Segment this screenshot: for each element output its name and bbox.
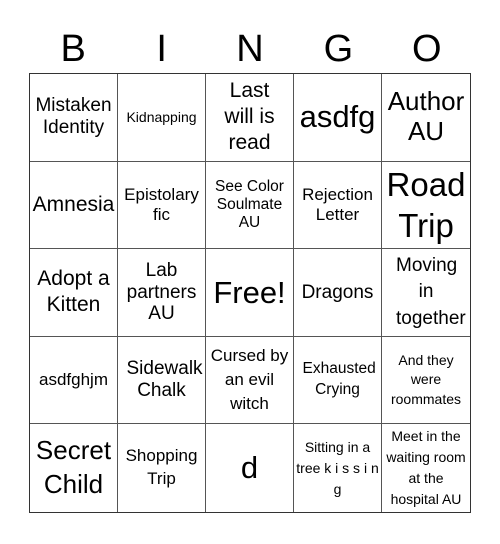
bingo-cell[interactable]: Moving in together	[382, 249, 470, 337]
bingo-grid: Mistaken Identity Kidnapping Last will i…	[29, 73, 471, 513]
header-letter-b: B	[60, 28, 86, 70]
bingo-cell[interactable]: Mistaken Identity	[30, 74, 118, 162]
cell-text: Rejection Letter	[302, 185, 373, 224]
cell-text: Cursed by an evil witch	[210, 346, 289, 413]
bingo-header: B I N G O	[29, 26, 471, 72]
cell-text: Author AU	[387, 86, 465, 147]
cell-text: Amnesia	[32, 192, 115, 216]
cell-text: Adopt a Kitten	[37, 267, 110, 317]
header-letter-o: O	[412, 28, 442, 70]
cell-text: Road Trip	[386, 165, 466, 244]
bingo-cell[interactable]: Lab partners AU	[118, 249, 206, 337]
cell-text: Secret Child	[35, 435, 112, 500]
bingo-cell[interactable]: asdfg	[294, 74, 382, 162]
bingo-cell[interactable]: d	[206, 424, 294, 512]
cell-text: d	[240, 450, 259, 486]
cell-text: See Color Soulmate AU	[215, 178, 284, 231]
bingo-cell[interactable]: Adopt a Kitten	[30, 249, 118, 337]
bingo-cell[interactable]: Exhausted Crying	[294, 336, 382, 425]
bingo-cell[interactable]: Last will is read	[206, 74, 294, 162]
bingo-cell[interactable]: Dragons	[294, 249, 382, 337]
bingo-cell[interactable]: Amnesia	[30, 161, 118, 250]
cell-text: Moving in together	[396, 254, 466, 329]
header-letter-i: I	[156, 28, 167, 70]
bingo-cell[interactable]: Shopping Trip	[118, 424, 206, 512]
cell-text: Epistolary fic	[124, 185, 199, 224]
cell-text: Exhausted Crying	[302, 360, 376, 399]
bingo-cell[interactable]: Sitting in a tree k i s s i n g	[294, 424, 382, 512]
cell-text: Lab partners AU	[126, 259, 197, 325]
cell-text: asdfg	[299, 99, 376, 135]
cell-text: Shopping Trip	[125, 446, 198, 489]
bingo-cell[interactable]: And they were roommates	[382, 337, 470, 425]
bingo-cell[interactable]: Road Trip	[382, 162, 470, 250]
cell-text: Meet in the waiting room at the hospital…	[386, 428, 466, 508]
bingo-cell[interactable]: Kidnapping	[118, 74, 206, 162]
cell-text: And they were roommates	[390, 351, 462, 407]
cell-text: Mistaken Identity	[35, 95, 112, 139]
bingo-cell[interactable]: Meet in the waiting room at the hospital…	[382, 424, 470, 512]
header-letter-g: G	[323, 28, 354, 70]
free-space[interactable]: Free!	[206, 249, 294, 337]
bingo-cell[interactable]: Epistolary fic	[118, 161, 206, 250]
cell-text: Free!	[213, 274, 286, 310]
bingo-cell[interactable]: Cursed by an evil witch	[206, 336, 294, 425]
header-letter-n: N	[236, 28, 264, 70]
bingo-cell[interactable]: Sidewalk Chalk	[118, 336, 206, 425]
cell-text: asdfghjm	[39, 370, 108, 390]
bingo-cell[interactable]: Author AU	[382, 74, 470, 162]
bingo-cell[interactable]: Rejection Letter	[294, 161, 382, 250]
bingo-cell[interactable]: asdfghjm	[30, 336, 118, 425]
cell-text: Kidnapping	[126, 109, 197, 126]
cell-text: Dragons	[301, 281, 374, 303]
bingo-cell[interactable]: See Color Soulmate AU	[206, 161, 294, 250]
cell-text: Sidewalk Chalk	[126, 358, 203, 402]
cell-text: Last will is read	[224, 78, 275, 155]
bingo-cell[interactable]: Secret Child	[30, 424, 118, 512]
cell-text: Sitting in a tree k i s s i n g	[296, 438, 379, 497]
